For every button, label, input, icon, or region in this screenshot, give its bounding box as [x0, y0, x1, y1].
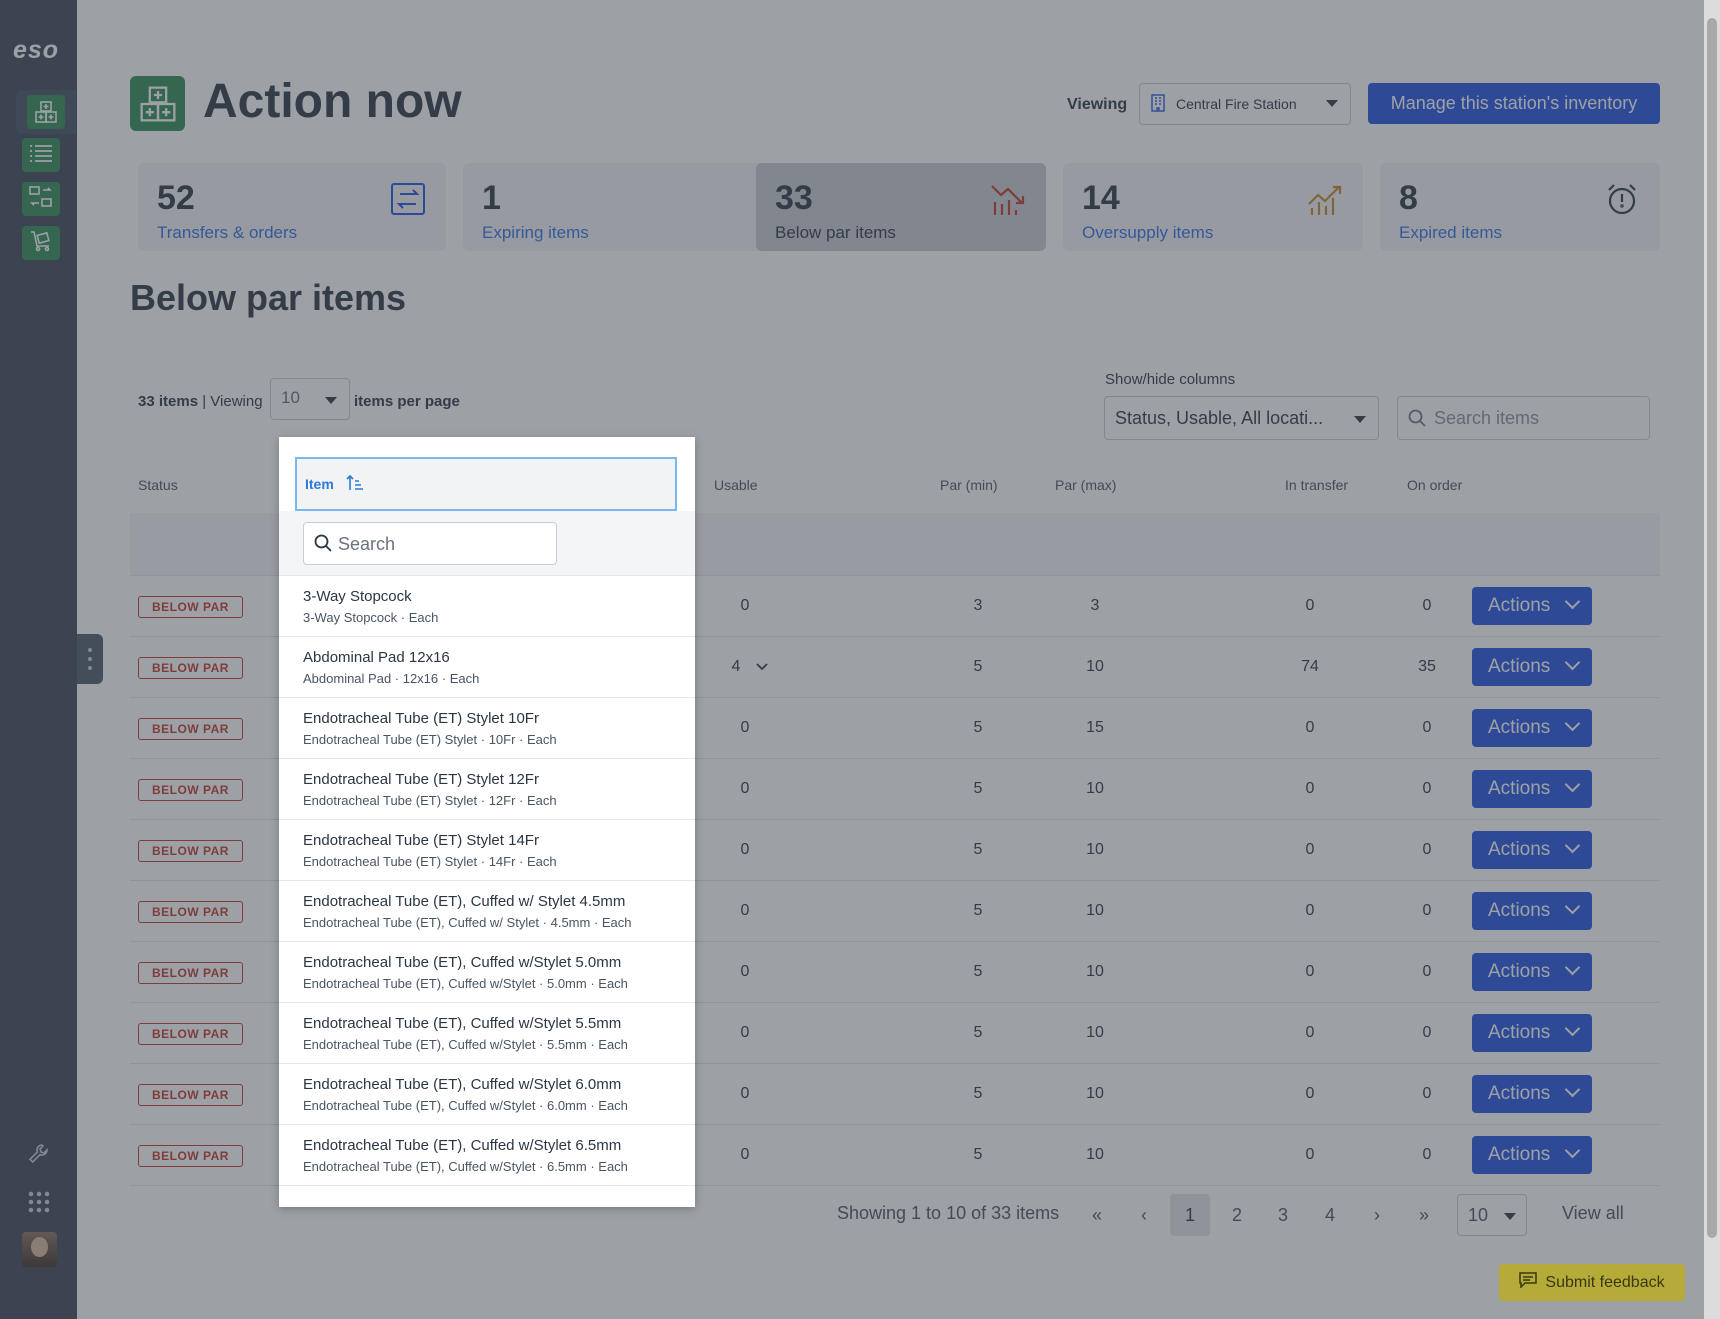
- item-name: Endotracheal Tube (ET), Cuffed w/ Stylet…: [303, 893, 626, 910]
- item-list-entry[interactable]: Endotracheal Tube (ET), Cuffed w/Stylet …: [279, 1125, 695, 1186]
- item-name: 3-Way Stopcock: [303, 588, 412, 605]
- item-column-header[interactable]: Item: [295, 457, 677, 511]
- item-description: Endotracheal Tube (ET) Stylet · 12Fr · E…: [303, 793, 557, 808]
- item-filter-row: Search: [279, 511, 695, 576]
- sort-ascending-icon[interactable]: [345, 474, 365, 497]
- item-search-input[interactable]: Search: [303, 522, 557, 565]
- item-description: Endotracheal Tube (ET), Cuffed w/Stylet …: [303, 1098, 628, 1113]
- item-list-entry[interactable]: Endotracheal Tube (ET) Stylet 10Fr Endotr…: [279, 698, 695, 759]
- item-name: Endotracheal Tube (ET) Stylet 12Fr: [303, 771, 539, 788]
- item-list-entry[interactable]: 3-Way Stopcock 3-Way Stopcock · Each: [279, 576, 695, 637]
- feedback-label: Submit feedback: [1545, 1273, 1665, 1291]
- item-list-entry[interactable]: Endotracheal Tube (ET), Cuffed w/Stylet …: [279, 1064, 695, 1125]
- item-description: 3-Way Stopcock · Each: [303, 610, 439, 625]
- item-name: Endotracheal Tube (ET), Cuffed w/Stylet …: [303, 954, 622, 971]
- item-search-placeholder: Search: [338, 534, 396, 554]
- item-name: Endotracheal Tube (ET), Cuffed w/Stylet …: [303, 1137, 622, 1154]
- item-list-entry[interactable]: Endotracheal Tube (ET) Stylet 12Fr Endotr…: [279, 759, 695, 820]
- header-item: Item: [305, 476, 334, 492]
- item-list-entry[interactable]: Endotracheal Tube (ET), Cuffed w/ Stylet…: [279, 881, 695, 942]
- submit-feedback-button[interactable]: Submit feedback: [1499, 1264, 1685, 1301]
- feedback-icon: [1519, 1272, 1538, 1293]
- scrollbar-thumb[interactable]: [1707, 18, 1717, 1238]
- item-description: Endotracheal Tube (ET), Cuffed w/Stylet …: [303, 1037, 628, 1052]
- item-description: Endotracheal Tube (ET), Cuffed w/ Stylet…: [303, 915, 632, 930]
- item-name: Endotracheal Tube (ET), Cuffed w/Stylet …: [303, 1015, 622, 1032]
- item-description: Endotracheal Tube (ET) Stylet · 10Fr · E…: [303, 732, 557, 747]
- item-list-entry[interactable]: Endotracheal Tube (ET) Stylet 14Fr Endotr…: [279, 820, 695, 881]
- item-column-dropdown: Item Search 3-Way Stopcock 3-Way Stopcock…: [279, 437, 695, 1207]
- item-description: Endotracheal Tube (ET) Stylet · 14Fr · E…: [303, 854, 557, 869]
- item-name: Endotracheal Tube (ET) Stylet 14Fr: [303, 832, 539, 849]
- item-list-entry[interactable]: Endotracheal Tube (ET), Cuffed w/Stylet …: [279, 942, 695, 1003]
- item-name: Abdominal Pad 12x16: [303, 649, 450, 666]
- search-icon: [314, 534, 332, 557]
- item-list-entry[interactable]: Abdominal Pad 12x16 Abdominal Pad · 12x16…: [279, 637, 695, 698]
- dim-overlay: [0, 0, 1720, 1319]
- item-name: Endotracheal Tube (ET), Cuffed w/Stylet …: [303, 1076, 622, 1093]
- page-scrollbar[interactable]: [1704, 0, 1720, 1319]
- item-name: Endotracheal Tube (ET) Stylet 10Fr: [303, 710, 539, 727]
- item-description: Endotracheal Tube (ET), Cuffed w/Stylet …: [303, 1159, 628, 1174]
- item-description: Abdominal Pad · 12x16 · Each: [303, 671, 480, 686]
- item-list-entry[interactable]: Endotracheal Tube (ET), Cuffed w/Stylet …: [279, 1003, 695, 1064]
- item-description: Endotracheal Tube (ET), Cuffed w/Stylet …: [303, 976, 628, 991]
